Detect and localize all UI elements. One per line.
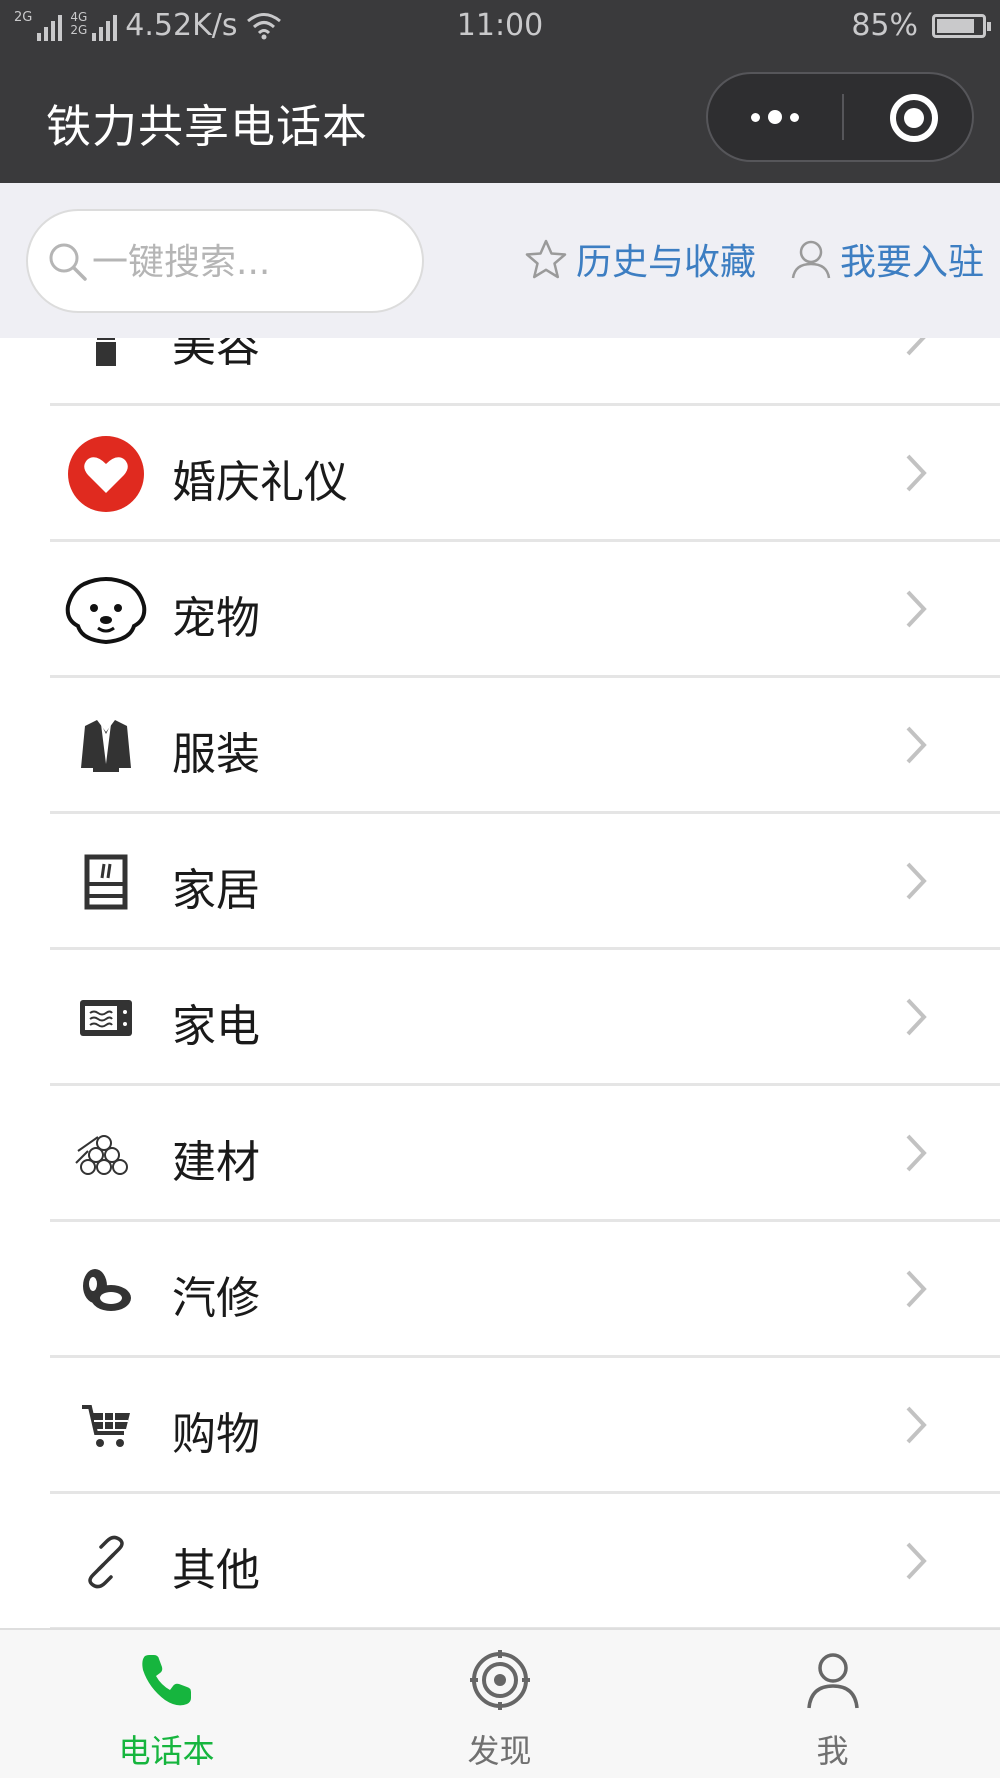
status-bar: 2G 4G 2G 4.52K/s 11:00 85% [0,0,1000,52]
chevron-right-icon [906,1270,927,1308]
list-item-label: 婚庆礼仪 [172,457,348,508]
battery-icon [932,13,991,38]
chevron-right-icon [906,998,927,1036]
list-item-label: 家居 [172,865,260,916]
heart-icon [64,436,148,512]
person-icon [666,1650,999,1710]
lipstick-icon [64,338,148,376]
pipes-icon [64,1116,148,1192]
nav-bar: 铁力共享电话本 [0,52,1000,183]
cart-icon [64,1388,148,1464]
tire-icon [64,1252,148,1328]
search-icon [49,243,87,281]
tab-bar: 电话本 发现 我 [0,1628,1000,1778]
list-item[interactable]: 家居 [0,814,1000,950]
chevron-right-icon [906,726,927,764]
list-item[interactable]: 宠物 [0,542,1000,678]
battery-fill [937,18,974,33]
clock: 11:00 [456,8,544,43]
capsule-divider [842,94,844,140]
tab-me[interactable]: 我 [666,1630,999,1778]
compass-target-icon [333,1650,666,1710]
microwave-icon [64,980,148,1056]
search-input[interactable] [92,235,392,289]
list-item[interactable]: 其他 [0,1494,1000,1628]
chevron-right-icon [906,590,927,628]
chevron-right-icon [906,862,927,900]
tab-phonebook[interactable]: 电话本 [0,1630,333,1778]
category-list: 美容 婚庆礼仪 宠物 服装 家居 家电 建材 汽修 购物 其他 [0,338,1000,1628]
list-item-label: 汽修 [172,1273,260,1324]
search-box[interactable] [26,209,424,313]
list-item[interactable]: 美容 [0,338,1000,406]
chevron-right-icon [906,454,927,492]
list-item[interactable]: 家电 [0,950,1000,1086]
list-item[interactable]: 购物 [0,1358,1000,1494]
user-outline-icon [791,240,831,279]
dog-icon [64,572,148,648]
cabinet-icon [64,844,148,920]
join-link[interactable]: 我要入驻 [790,233,984,285]
list-item[interactable]: 婚庆礼仪 [0,406,1000,542]
chevron-right-icon [906,1542,927,1580]
chevron-right-icon [906,1134,927,1172]
chevron-right-icon [906,338,926,356]
tab-label: 发现 [467,1732,532,1770]
tab-label: 电话本 [118,1732,215,1770]
history-label: 历史与收藏 [576,242,757,283]
more-dots-icon[interactable] [708,74,842,160]
list-item-label: 美容 [172,338,260,372]
list-item-label: 建材 [172,1137,260,1188]
tab-discover[interactable]: 发现 [333,1630,666,1778]
list-item-label: 其他 [172,1545,260,1596]
list-item-label: 家电 [172,1001,260,1052]
chevron-right-icon [906,1406,927,1444]
suit-icon [64,708,148,784]
star-icon [525,239,567,279]
mini-program-capsule [706,72,974,162]
history-favorites-link[interactable]: 历史与收藏 [524,233,756,285]
target-close-icon[interactable] [890,94,938,142]
list-item[interactable]: 服装 [0,678,1000,814]
phone-icon [0,1650,333,1710]
list-item[interactable]: 汽修 [0,1222,1000,1358]
list-item[interactable]: 建材 [0,1086,1000,1222]
list-item-label: 宠物 [172,593,260,644]
status-right: 85% [851,8,991,43]
list-item-label: 购物 [172,1409,260,1460]
link-icon [64,1524,148,1600]
join-label: 我要入驻 [840,242,985,283]
tab-label: 我 [816,1732,849,1770]
page-title: 铁力共享电话本 [46,100,369,153]
battery-percent: 85% [851,8,918,43]
search-row: 历史与收藏 我要入驻 [0,183,1000,338]
list-item-label: 服装 [172,729,260,780]
